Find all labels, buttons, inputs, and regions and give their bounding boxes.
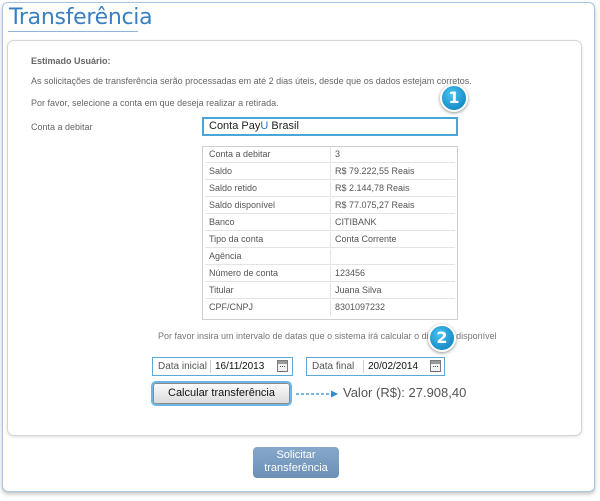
start-date-input[interactable]: 16/11/2013 [210, 360, 274, 373]
detail-key: Saldo [209, 166, 233, 176]
detail-key: Agência [209, 251, 242, 261]
detail-value: CITIBANK [335, 217, 377, 227]
account-name-suffix: Brasil [268, 120, 299, 132]
account-details-table: Conta a debitar 3 Saldo R$ 79.222,55 Reais… [202, 146, 458, 320]
table-row: Tipo da conta Conta Corrente [205, 232, 455, 248]
detail-value: R$ 79.222,55 Reais [335, 166, 415, 176]
request-transfer-label-line2: transferência [264, 462, 328, 474]
account-select[interactable]: Conta PayU Brasil [202, 117, 458, 136]
table-row: Agência [205, 249, 455, 265]
transfer-value-result: Valor (R$): 27.908,40 [343, 385, 467, 400]
calculate-transfer-button[interactable]: Calcular transferência [153, 383, 290, 404]
request-transfer-button[interactable]: Solicitar transferência [253, 447, 339, 478]
detail-key: Saldo disponível [209, 200, 276, 210]
detail-value: 3 [335, 149, 341, 159]
arrow-right-icon [296, 390, 338, 398]
detail-key: Tipo da conta [209, 234, 264, 244]
account-label: Conta a debitar [31, 122, 93, 132]
detail-value: R$ 77.075,27 Reais [335, 200, 415, 210]
account-name-prefix: Conta Pay [209, 120, 261, 132]
request-transfer-label-line1: Solicitar [276, 449, 316, 461]
page-title: Transferência [9, 5, 153, 30]
end-date-label: Data final [312, 361, 355, 372]
calendar-icon[interactable] [430, 360, 441, 372]
table-row: Número de conta 123456 [205, 266, 455, 282]
end-date-input[interactable]: 20/02/2014 [363, 360, 426, 373]
start-date-box: Data inicial 16/11/2013 [152, 357, 293, 376]
detail-value: R$ 2.144,78 Reais [335, 183, 410, 193]
detail-key: Titular [209, 285, 234, 295]
step-2-badge: 2 [428, 324, 456, 352]
select-account-instruction: Por favor, selecione a conta em que dese… [31, 98, 279, 108]
table-row: CPF/CNPJ 8301097232 [205, 300, 455, 316]
start-date-label: Data inicial [158, 361, 207, 372]
detail-value: 8301097232 [335, 302, 386, 312]
detail-key: Banco [209, 217, 235, 227]
detail-key: Saldo retido [209, 183, 258, 193]
detail-value: 123456 [335, 268, 366, 278]
table-row: Saldo R$ 79.222,55 Reais [205, 164, 455, 180]
table-row: Saldo retido R$ 2.144,78 Reais [205, 181, 455, 197]
calendar-icon[interactable] [277, 360, 288, 372]
step-1-badge: 1 [440, 84, 468, 112]
end-date-box: Data final 20/02/2014 [306, 357, 445, 376]
detail-key: Número de conta [209, 268, 279, 278]
detail-key: Conta a debitar [209, 149, 271, 159]
table-row: Saldo disponível R$ 77.075,27 Reais [205, 198, 455, 214]
table-row: Titular Juana Silva [205, 283, 455, 299]
table-row: Banco CITIBANK [205, 215, 455, 231]
detail-value: Conta Corrente [335, 234, 397, 244]
detail-value: Juana Silva [335, 285, 382, 295]
title-underline [8, 31, 138, 32]
detail-key: CPF/CNPJ [209, 302, 254, 312]
processing-notice: As solicitações de transferência serão p… [31, 76, 472, 86]
greeting-text: Estimado Usuário: [31, 56, 111, 66]
table-row: Conta a debitar 3 [205, 147, 455, 163]
